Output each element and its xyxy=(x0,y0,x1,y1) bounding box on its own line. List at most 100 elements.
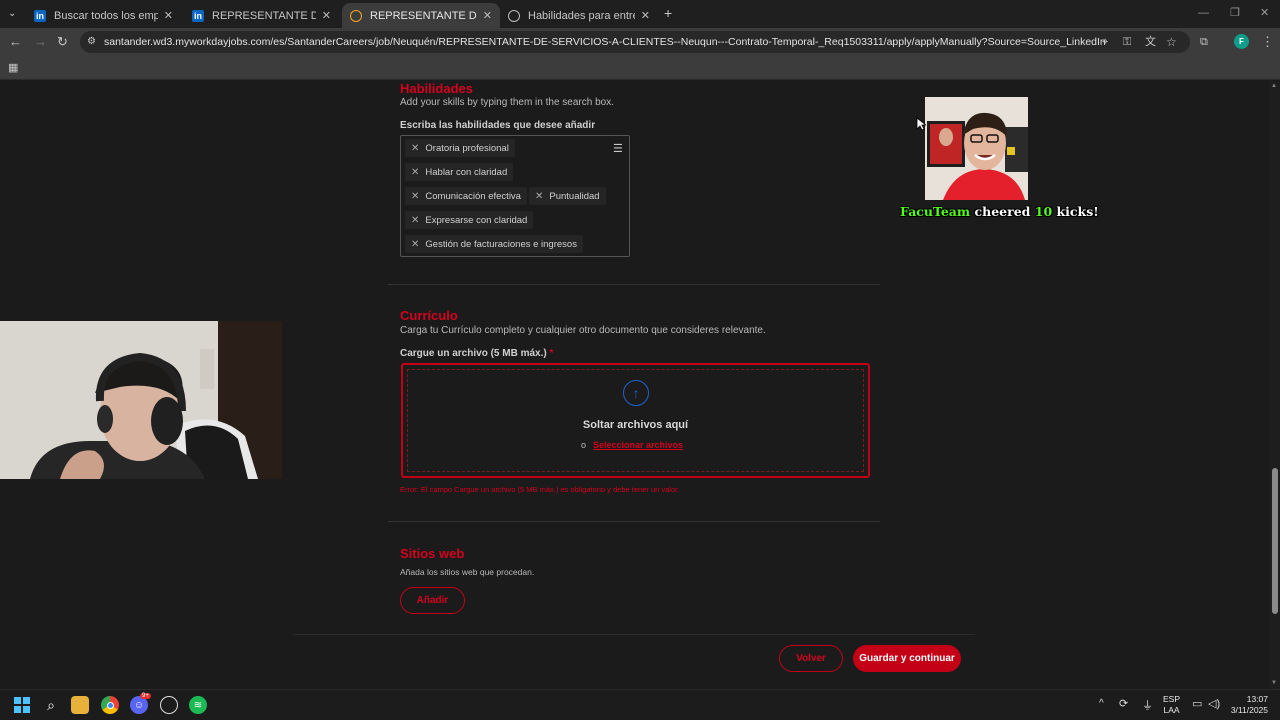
scroll-down-icon[interactable]: ▼ xyxy=(1271,680,1277,686)
reload-icon[interactable]: ↻ xyxy=(57,35,68,49)
save-continue-button[interactable]: Guardar y continuar xyxy=(853,645,961,672)
resume-field-label: Cargue un archivo (5 MB máx.) * xyxy=(400,348,553,359)
date: 3/11/2025 xyxy=(1230,705,1268,715)
close-icon[interactable]: ✕ xyxy=(641,9,650,22)
tab-label: Habilidades para entrevista ba xyxy=(528,9,635,22)
webcam-feed xyxy=(0,321,282,479)
obs-icon[interactable] xyxy=(160,696,178,714)
location-icon[interactable]: ⌖ xyxy=(1102,35,1108,49)
sync-icon[interactable]: ⟳ xyxy=(1119,697,1128,710)
drop-text: Soltar archivos aquí xyxy=(582,419,689,431)
url-text[interactable]: santander.wd3.myworkdayjobs.com/es/Santa… xyxy=(104,36,1106,48)
tab-habilidades[interactable]: Habilidades para entrevista ba ✕ xyxy=(500,3,658,28)
new-tab-icon[interactable]: + xyxy=(664,6,672,20)
tab-search-icon[interactable]: ⌄ xyxy=(8,7,16,21)
globe-icon xyxy=(508,9,520,22)
section-divider xyxy=(388,284,880,285)
chrome-center xyxy=(106,701,114,709)
time: 13:07 xyxy=(1246,694,1268,704)
resume-title: Currículo xyxy=(400,308,458,323)
profile-avatar[interactable]: F xyxy=(1234,34,1249,49)
streamer-cam-feed xyxy=(925,97,1028,200)
select-files-link[interactable]: Seleccionar archivos xyxy=(593,440,683,450)
cheer-user: FacuTeam xyxy=(900,204,971,219)
discord-badge: 9+ xyxy=(140,693,151,699)
key-icon[interactable]: ⚿ xyxy=(1123,35,1131,49)
minimize-icon[interactable]: — xyxy=(1198,6,1209,20)
skills-subtitle: Add your skills by typing them in the se… xyxy=(400,97,614,108)
skill-label: Hablar con claridad xyxy=(425,166,508,178)
cheer-notification: FacuTeam cheered 10 kicks! xyxy=(900,204,1099,219)
close-icon[interactable]: ✕ xyxy=(164,9,173,22)
skill-chip: ✕ Puntualidad xyxy=(529,187,606,205)
skill-chip: ✕ Oratoria profesional xyxy=(405,139,515,157)
star-icon[interactable]: ☆ xyxy=(1166,35,1177,49)
footer-divider xyxy=(293,634,975,635)
clock[interactable]: 13:07 3/11/2025 xyxy=(1228,694,1268,716)
tray-chevron-icon[interactable]: ^ xyxy=(1099,698,1104,709)
remove-icon[interactable]: ✕ xyxy=(411,167,419,178)
streamer-cam-overlay xyxy=(925,97,1028,200)
skill-label: Comunicación efectiva xyxy=(425,190,521,202)
close-icon[interactable]: ✕ xyxy=(322,9,331,22)
resume-subtitle: Carga tu Currículo completo y cualquier … xyxy=(400,325,766,336)
tab-strip: ⌄ in Buscar todos los empleos | Link ✕ i… xyxy=(0,0,1280,28)
lang-bottom: LAA xyxy=(1163,705,1180,715)
cheer-end: kicks! xyxy=(1056,204,1099,219)
skills-multiselect[interactable]: ☰ ✕ Oratoria profesional ✕ Hablar con cl… xyxy=(400,135,630,257)
file-dropzone[interactable]: ↑ Soltar archivos aquí o Seleccionar arc… xyxy=(401,363,870,478)
webcam-overlay xyxy=(0,321,282,479)
network-icon[interactable]: ▭ xyxy=(1192,697,1202,710)
list-icon[interactable]: ☰ xyxy=(613,142,623,155)
language-indicator[interactable]: ESP LAA xyxy=(1163,694,1180,716)
search-icon[interactable]: ⌕ xyxy=(42,696,60,714)
site-info-icon[interactable]: ⚙ xyxy=(87,35,96,49)
extensions-icon[interactable]: ⧉ xyxy=(1200,35,1208,49)
skill-label: Gestión de facturaciones e ingresos xyxy=(425,238,577,250)
back-button[interactable]: Volver xyxy=(779,645,843,672)
add-website-button[interactable]: Añadir xyxy=(400,587,465,614)
menu-icon[interactable]: ⋮ xyxy=(1261,35,1274,49)
cheer-text: cheered xyxy=(974,204,1031,219)
skill-label: Puntualidad xyxy=(549,190,600,202)
skills-field-label: Escriba las habilidades que desee añadir xyxy=(400,120,596,131)
windows-start-icon[interactable] xyxy=(13,696,31,714)
tab-linkedin-representante[interactable]: in REPRESENTANTE DE SERVICIOS ✕ xyxy=(184,3,339,28)
remove-icon[interactable]: ✕ xyxy=(411,239,419,250)
linkedin-icon: in xyxy=(192,9,204,22)
remove-icon[interactable]: ✕ xyxy=(411,215,419,226)
back-arrow-icon[interactable]: ← xyxy=(9,35,22,49)
tab-workday-representante[interactable]: REPRESENTANTE DE SERVICIOS ✕ xyxy=(342,3,500,28)
upload-arrow-icon: ↑ xyxy=(623,380,649,406)
volume-icon[interactable]: ◁) xyxy=(1208,697,1220,710)
websites-subtitle: Añada los sitios web que procedan. xyxy=(400,567,535,577)
close-icon[interactable]: ✕ xyxy=(483,9,492,22)
linkedin-icon: in xyxy=(34,9,46,22)
remove-icon[interactable]: ✕ xyxy=(411,191,419,202)
remove-icon[interactable]: ✕ xyxy=(411,143,419,154)
resume-field-label-text: Cargue un archivo (5 MB máx.) xyxy=(400,348,547,359)
forward-arrow-icon[interactable]: → xyxy=(34,35,47,49)
skill-chip: ✕ Gestión de facturaciones e ingresos xyxy=(405,235,583,253)
resume-error: Error: El campo Cargue un archivo (5 MB … xyxy=(400,485,680,494)
tab-label: Buscar todos los empleos | Link xyxy=(54,9,158,22)
close-window-icon[interactable]: ✕ xyxy=(1260,6,1269,20)
skill-label: Expresarse con claridad xyxy=(425,214,528,226)
maximize-icon[interactable]: ❐ xyxy=(1230,6,1240,20)
or-text: o xyxy=(581,440,587,450)
skill-chip: ✕ Hablar con claridad xyxy=(405,163,514,181)
lang-top: ESP xyxy=(1163,694,1181,704)
skills-title: Habilidades xyxy=(400,81,473,96)
scroll-up-icon[interactable]: ▲ xyxy=(1271,83,1277,89)
scrollbar-thumb[interactable] xyxy=(1272,468,1278,614)
microphone-icon[interactable]: ⏚ xyxy=(1142,697,1153,713)
tab-label: REPRESENTANTE DE SERVICIOS xyxy=(370,9,477,22)
translate-icon[interactable]: 文 xyxy=(1145,35,1156,49)
chrome-icon[interactable] xyxy=(101,696,119,714)
tab-linkedin-jobs[interactable]: in Buscar todos los empleos | Link ✕ xyxy=(26,3,181,28)
file-explorer-icon[interactable] xyxy=(71,696,89,714)
websites-title: Sitios web xyxy=(400,546,465,561)
apps-grid-icon[interactable]: ▦ xyxy=(8,61,18,75)
remove-icon[interactable]: ✕ xyxy=(535,191,543,202)
spotify-icon[interactable]: ≋ xyxy=(189,696,207,714)
